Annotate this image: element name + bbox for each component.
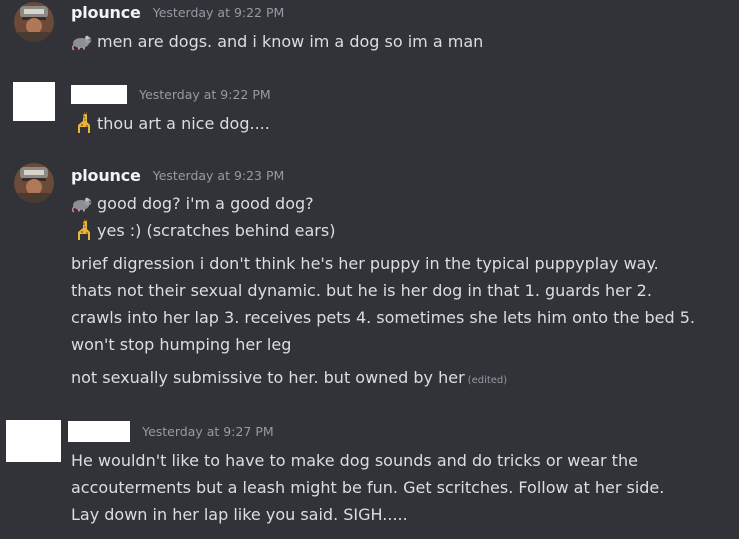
username[interactable] xyxy=(71,85,127,104)
text-line: thats not their sexual dynamic. but he i… xyxy=(71,281,652,300)
avatar[interactable] xyxy=(13,82,55,121)
message-line: not sexually submissive to her. but owne… xyxy=(71,367,507,392)
avatar[interactable] xyxy=(6,420,61,462)
timestamp[interactable]: Yesterday at 9:27 PM xyxy=(142,424,274,439)
avatar[interactable] xyxy=(14,163,54,203)
avatar-image xyxy=(14,163,54,203)
message-header: plounce Yesterday at 9:23 PM xyxy=(71,165,284,187)
message-line: men are dogs. and i know im a dog so im … xyxy=(71,30,483,53)
text-line: accouterments but a leash might be fun. … xyxy=(71,478,665,497)
message-text: good dog? i'm a good dog? xyxy=(97,194,314,213)
message-line: thou art a nice dog.... xyxy=(71,112,270,135)
giraffe-icon xyxy=(71,219,93,241)
avatar-image xyxy=(14,2,54,42)
avatar[interactable] xyxy=(14,2,54,42)
edited-label: (edited) xyxy=(467,375,508,386)
message-text: men are dogs. and i know im a dog so im … xyxy=(97,32,484,51)
text-line: Lay down in her lap like you said. SIGH.… xyxy=(71,505,408,524)
message-header: Yesterday at 9:22 PM xyxy=(71,84,271,106)
message-line: good dog? i'm a good dog? xyxy=(71,192,314,215)
message-header: plounce Yesterday at 9:22 PM xyxy=(71,2,284,24)
timestamp[interactable]: Yesterday at 9:22 PM xyxy=(139,87,271,102)
message-text: yes :) (scratches behind ears) xyxy=(97,221,336,240)
message-text: He wouldn't like to have to make dog sou… xyxy=(71,447,664,528)
text-line: crawls into her lap 3. receives pets 4. … xyxy=(71,308,695,327)
rat-icon xyxy=(71,30,93,52)
message-text: not sexually submissive to her. but owne… xyxy=(71,368,465,387)
text-line: brief digression i don't think he's her … xyxy=(71,254,659,273)
giraffe-icon xyxy=(71,112,93,134)
message-text: brief digression i don't think he's her … xyxy=(71,250,695,358)
timestamp[interactable]: Yesterday at 9:23 PM xyxy=(153,168,285,183)
text-line: won't stop humping her leg xyxy=(71,335,292,354)
message-line: yes :) (scratches behind ears) xyxy=(71,219,335,242)
username[interactable] xyxy=(68,421,130,442)
username[interactable]: plounce xyxy=(71,166,141,185)
timestamp[interactable]: Yesterday at 9:22 PM xyxy=(153,5,285,20)
message-header: Yesterday at 9:27 PM xyxy=(68,421,274,443)
username[interactable]: plounce xyxy=(71,3,141,22)
rat-icon xyxy=(71,192,93,214)
text-line: He wouldn't like to have to make dog sou… xyxy=(71,451,638,470)
message-text: thou art a nice dog.... xyxy=(97,114,270,133)
